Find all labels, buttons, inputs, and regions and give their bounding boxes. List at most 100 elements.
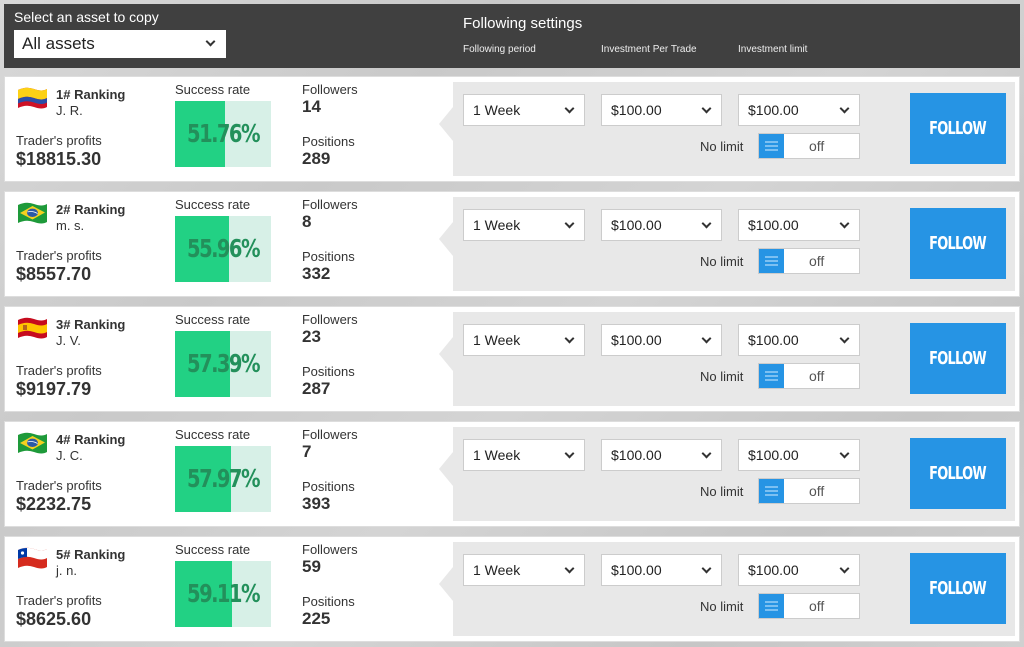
panel-pointer	[439, 452, 453, 486]
success-rate-label: Success rate	[175, 82, 251, 97]
toggle-handle-icon[interactable]	[759, 594, 784, 618]
chevron-down-icon	[564, 218, 575, 229]
follow-button[interactable]: FOLLOW	[910, 208, 1006, 279]
followers-count: 59	[302, 557, 321, 576]
chevron-down-icon	[839, 333, 850, 344]
investment-per-trade-select[interactable]: $100.00	[601, 439, 722, 471]
trader-ranking: 2# Ranking	[56, 202, 126, 217]
positions-count: 225	[302, 609, 331, 628]
followers-count: 14	[302, 97, 321, 116]
trader-profit: $8625.60	[16, 609, 92, 629]
positions-label: Positions	[302, 249, 355, 264]
investment-limit-value: $100.00	[748, 447, 799, 463]
success-rate-bar: 57.97%	[175, 446, 271, 512]
asset-select[interactable]: All assets	[14, 30, 226, 58]
no-limit-toggle[interactable]: off	[758, 363, 860, 389]
toggle-handle-icon[interactable]	[759, 249, 784, 273]
followers-label: Followers	[302, 542, 358, 557]
following-settings-panel: 1 Week $100.00 $100.00 No limit off FOLL…	[439, 427, 1015, 521]
chevron-down-icon	[564, 103, 575, 114]
no-limit-label: No limit	[700, 254, 744, 269]
investment-limit-select[interactable]: $100.00	[738, 439, 860, 471]
chevron-down-icon	[701, 218, 712, 229]
success-rate-bar: 57.39%	[175, 331, 271, 397]
investment-limit-value: $100.00	[748, 102, 799, 118]
success-rate-value: 57.97%	[187, 464, 260, 493]
trader-name: j. n.	[56, 563, 77, 578]
no-limit-toggle[interactable]: off	[758, 133, 860, 159]
no-limit-toggle[interactable]: off	[758, 248, 860, 274]
trader-profit: $9197.79	[16, 379, 92, 399]
chevron-down-icon	[701, 563, 712, 574]
following-settings-panel: 1 Week $100.00 $100.00 No limit off FOLL…	[439, 197, 1015, 291]
followers-count: 8	[302, 212, 312, 231]
investment-per-trade-select[interactable]: $100.00	[601, 554, 722, 586]
investment-per-trade-value: $100.00	[611, 217, 662, 233]
toggle-state: off	[809, 368, 825, 384]
follow-button[interactable]: FOLLOW	[910, 93, 1006, 164]
following-period-select[interactable]: 1 Week	[463, 324, 585, 356]
success-rate-label: Success rate	[175, 312, 251, 327]
toggle-handle-icon[interactable]	[759, 364, 784, 388]
chevron-down-icon	[839, 563, 850, 574]
following-period-select[interactable]: 1 Week	[463, 439, 585, 471]
chevron-down-icon	[564, 448, 575, 459]
follow-button[interactable]: FOLLOW	[910, 438, 1006, 509]
toggle-state: off	[809, 598, 825, 614]
success-rate-label: Success rate	[175, 197, 251, 212]
toggle-handle-icon[interactable]	[759, 479, 784, 503]
follow-button[interactable]: FOLLOW	[910, 323, 1006, 394]
investment-limit-select[interactable]: $100.00	[738, 94, 860, 126]
following-period-value: 1 Week	[473, 102, 521, 118]
success-rate-value: 55.96%	[187, 234, 260, 263]
profits-label: Trader's profits	[16, 363, 102, 378]
colombia-flag-icon	[18, 87, 47, 109]
following-settings-title: Following settings	[463, 15, 583, 32]
positions-count: 332	[302, 264, 331, 283]
asset-select-label: Select an asset to copy	[14, 9, 159, 25]
follow-button[interactable]: FOLLOW	[910, 553, 1006, 624]
profits-label: Trader's profits	[16, 248, 102, 263]
toggle-handle-icon[interactable]	[759, 134, 784, 158]
no-limit-toggle[interactable]: off	[758, 593, 860, 619]
investment-per-trade-value: $100.00	[611, 332, 662, 348]
following-period-value: 1 Week	[473, 332, 521, 348]
success-rate-bar: 51.76%	[175, 101, 271, 167]
investment-limit-value: $100.00	[748, 332, 799, 348]
investment-limit-select[interactable]: $100.00	[738, 324, 860, 356]
success-rate-label: Success rate	[175, 542, 251, 557]
followers-label: Followers	[302, 82, 358, 97]
no-limit-label: No limit	[700, 369, 744, 384]
investment-per-trade-select[interactable]: $100.00	[601, 324, 722, 356]
brazil-flag-icon	[18, 432, 47, 454]
no-limit-toggle[interactable]: off	[758, 478, 860, 504]
profits-label: Trader's profits	[16, 478, 102, 493]
positions-label: Positions	[302, 594, 355, 609]
success-rate-bar: 59.11%	[175, 561, 271, 627]
chevron-down-icon	[701, 103, 712, 114]
following-period-select[interactable]: 1 Week	[463, 554, 585, 586]
trader-ranking: 3# Ranking	[56, 317, 126, 332]
profits-label: Trader's profits	[16, 593, 102, 608]
investment-limit-select[interactable]: $100.00	[738, 209, 860, 241]
investment-limit-value: $100.00	[748, 217, 799, 233]
success-rate-bar: 55.96%	[175, 216, 271, 282]
investment-per-trade-value: $100.00	[611, 447, 662, 463]
trader-row: 2# Ranking m. s. Trader's profits $8557.…	[4, 191, 1020, 297]
panel-pointer	[439, 222, 453, 256]
trader-profit: $2232.75	[16, 494, 92, 514]
followers-label: Followers	[302, 312, 358, 327]
investment-per-trade-select[interactable]: $100.00	[601, 209, 722, 241]
trader-name: J. R.	[56, 103, 83, 118]
following-period-select[interactable]: 1 Week	[463, 94, 585, 126]
investment-limit-select[interactable]: $100.00	[738, 554, 860, 586]
chevron-down-icon	[839, 218, 850, 229]
chevron-down-icon	[701, 333, 712, 344]
chevron-down-icon	[839, 103, 850, 114]
positions-count: 393	[302, 494, 331, 513]
following-settings-panel: 1 Week $100.00 $100.00 No limit off FOLL…	[439, 82, 1015, 176]
spain-flag-icon	[18, 317, 47, 339]
following-period-select[interactable]: 1 Week	[463, 209, 585, 241]
investment-per-trade-select[interactable]: $100.00	[601, 94, 722, 126]
toggle-state: off	[809, 138, 825, 154]
